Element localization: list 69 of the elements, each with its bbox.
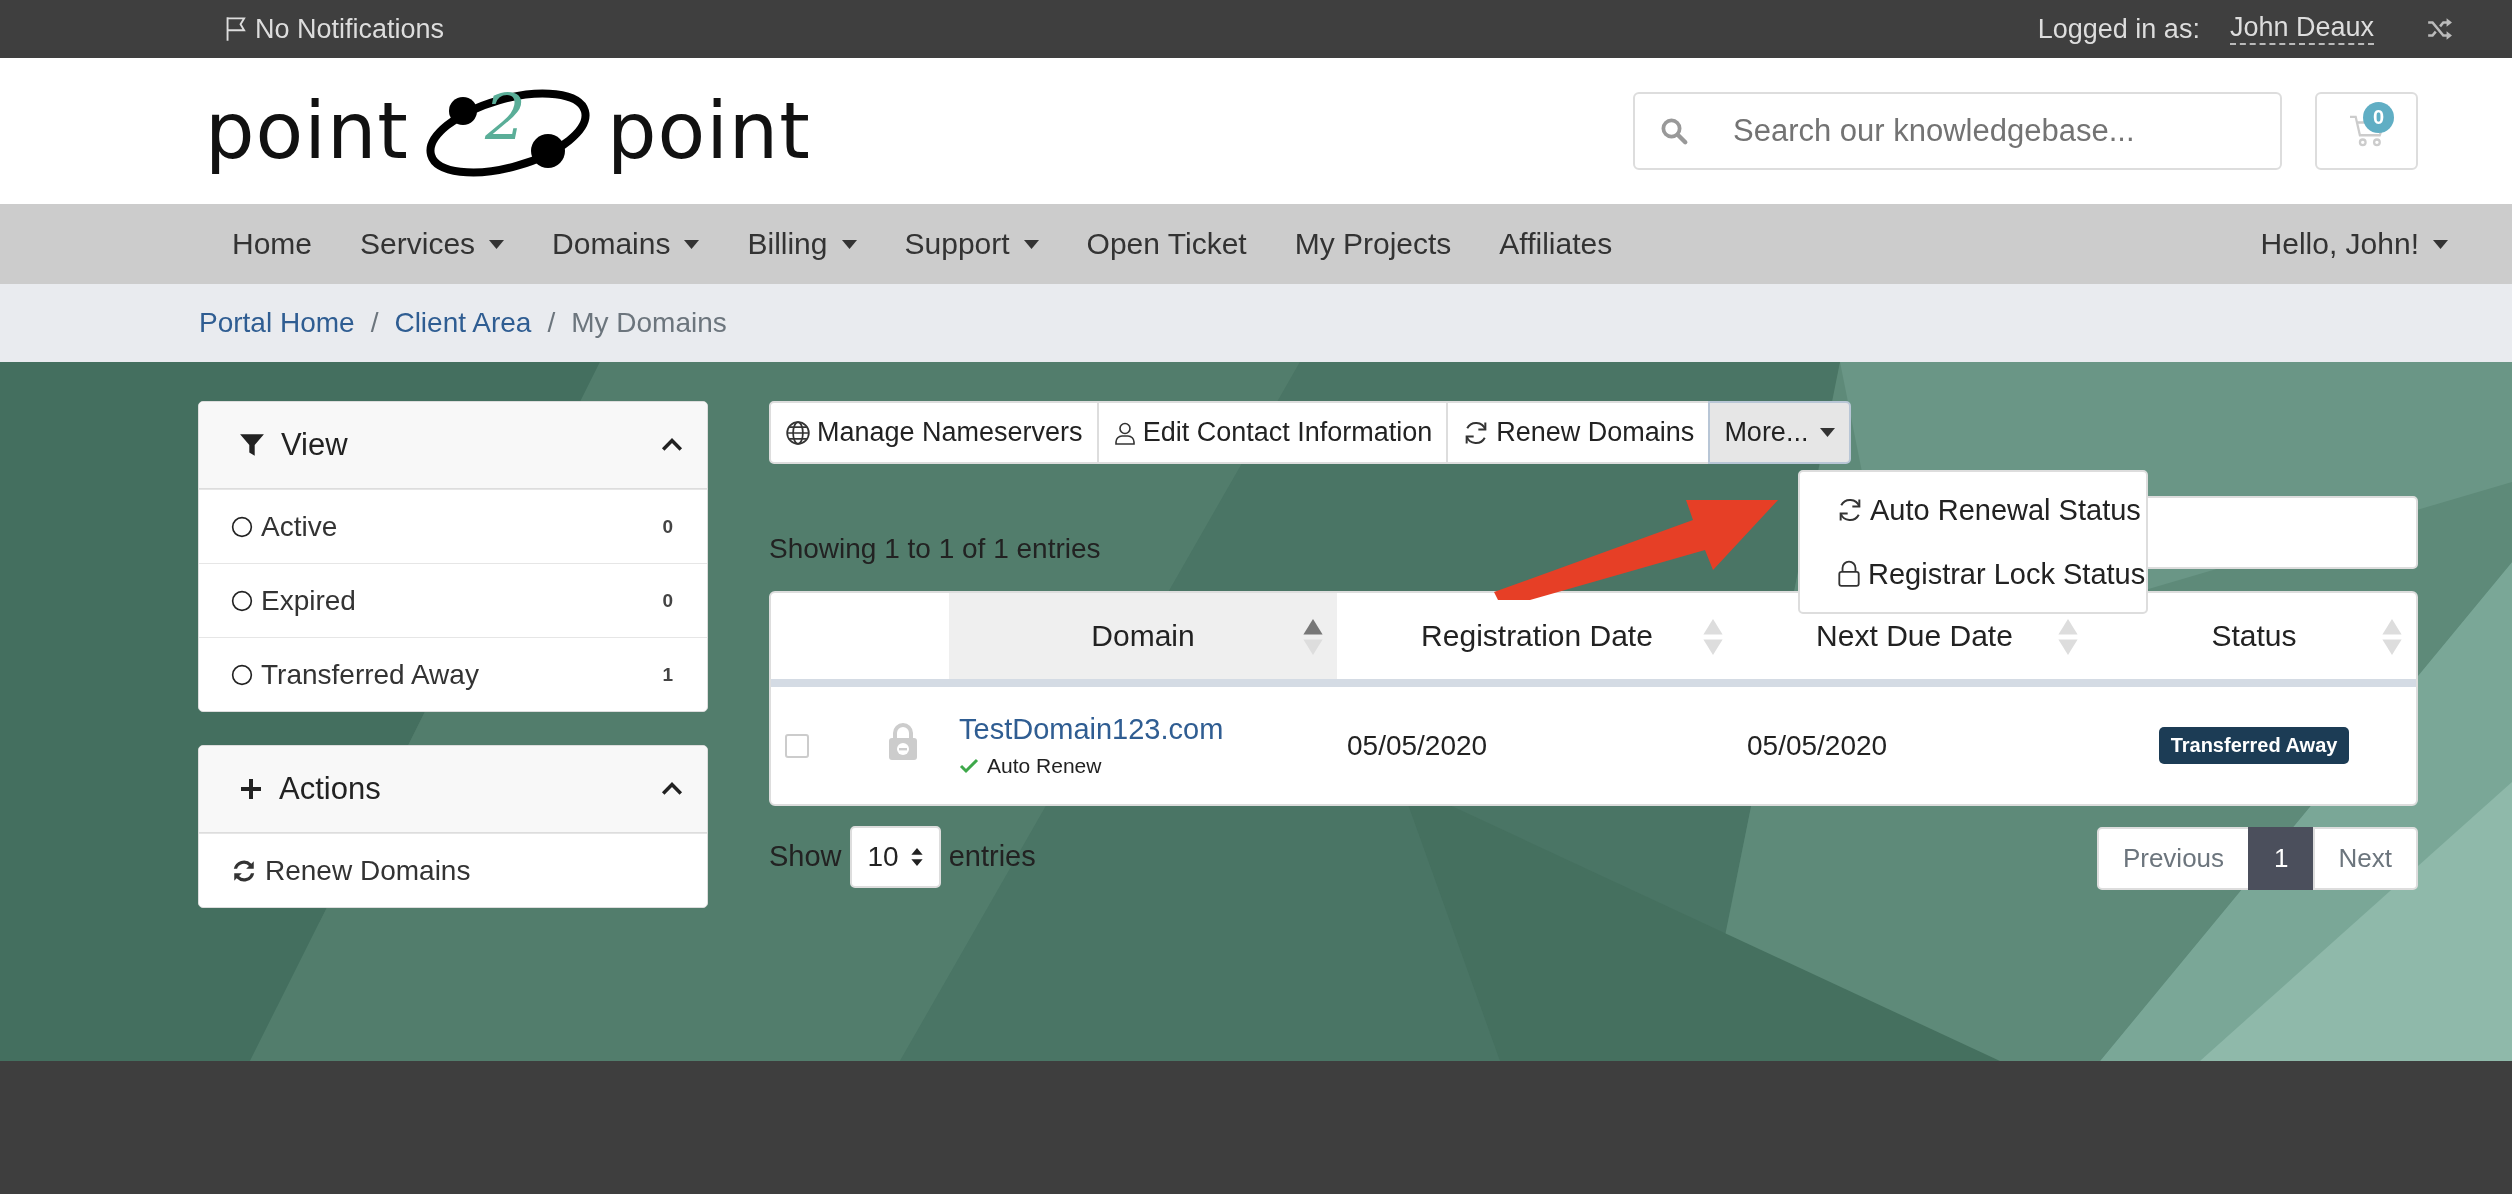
flag-icon: [225, 16, 249, 42]
card-header[interactable]: View: [199, 402, 707, 489]
toolbar-button[interactable]: Edit Contact Information: [1096, 401, 1449, 464]
nav-item[interactable]: Home: [208, 204, 337, 284]
breadcrumb-separator: /: [547, 307, 556, 339]
nav-item[interactable]: Services: [336, 204, 529, 284]
caret-icon: [489, 239, 505, 249]
column-header[interactable]: Domain: [1091, 619, 1195, 652]
nav-item[interactable]: Open Ticket: [1062, 204, 1271, 284]
globe-icon: [785, 419, 811, 446]
search-icon: [1659, 116, 1689, 146]
show-label: Show: [769, 840, 842, 873]
domain-link[interactable]: TestDomain123.com: [959, 713, 1337, 746]
radio-icon: [231, 515, 253, 538]
breadcrumb-link[interactable]: Portal Home: [199, 307, 355, 339]
auto-renew-label: Auto Renew: [987, 754, 1102, 778]
pagination-button[interactable]: Next: [2312, 827, 2418, 890]
notifications-link[interactable]: No Notifications: [255, 13, 445, 45]
radio-icon: [231, 663, 253, 686]
plus-icon: [239, 777, 263, 801]
sidebar-item[interactable]: Transferred Away 1: [199, 637, 707, 711]
column-header[interactable]: Registration Date: [1421, 619, 1653, 652]
caret-icon: [841, 239, 857, 249]
updown-icon: [910, 847, 923, 866]
sidebar-item[interactable]: Renew Domains: [199, 833, 707, 907]
logged-in-label: Logged in as:: [2037, 13, 2200, 45]
user-name[interactable]: John Deaux: [2229, 13, 2374, 45]
sidebar-item[interactable]: Expired 0: [199, 563, 707, 637]
column-header[interactable]: Status: [2211, 619, 2297, 652]
card-title: Actions: [279, 771, 382, 807]
cart-count-badge: 0: [2363, 102, 2394, 133]
check-icon: [959, 758, 979, 774]
column-header[interactable]: Next Due Date: [1816, 619, 2013, 652]
filter-icon: [239, 432, 265, 458]
refresh-icon: [231, 857, 257, 884]
toolbar-button[interactable]: Manage Nameservers: [769, 401, 1099, 464]
logo[interactable]: point 2 point: [205, 81, 811, 181]
breadcrumb-separator: /: [370, 307, 379, 339]
nav-item[interactable]: My Projects: [1270, 204, 1476, 284]
card-title: View: [281, 427, 349, 463]
breadcrumb-current: My Domains: [571, 307, 727, 339]
page-length-select[interactable]: 10: [849, 825, 941, 888]
breadcrumb-link[interactable]: Client Area: [394, 307, 532, 339]
table-cell: 05/05/2020: [1347, 729, 1488, 761]
row-checkbox[interactable]: [785, 733, 809, 758]
nav-item[interactable]: Billing: [723, 204, 881, 284]
toolbar-button[interactable]: Renew Domains: [1446, 401, 1711, 464]
caret-icon: [1023, 239, 1039, 249]
lock-icon: [1836, 560, 1862, 588]
more-button[interactable]: More...: [1708, 401, 1852, 464]
menu-item[interactable]: Registrar Lock Status: [1800, 542, 2146, 606]
radio-icon: [231, 589, 253, 612]
nav-item[interactable]: Support: [880, 204, 1063, 284]
pagination-button[interactable]: Previous: [2096, 827, 2251, 890]
status-badge: Transferred Away: [2158, 727, 2350, 764]
entries-label: entries: [948, 840, 1036, 873]
menu-item[interactable]: Auto Renewal Status: [1800, 478, 2146, 542]
table-cell: 05/05/2020: [1747, 729, 1888, 761]
sidebar-item[interactable]: Active 0: [199, 489, 707, 563]
entries-info: Showing 1 to 1 of 1 entries: [769, 533, 1101, 566]
nav-item[interactable]: Domains: [528, 204, 724, 284]
search-field[interactable]: Search our knowledgebase...: [1633, 92, 2282, 170]
caret-icon: [2433, 239, 2448, 249]
caret-icon: [684, 239, 700, 249]
caret-icon: [1820, 428, 1836, 437]
card-header[interactable]: Actions: [199, 746, 707, 833]
user-menu[interactable]: Hello, John!: [2236, 204, 2472, 284]
nav-item[interactable]: Affiliates: [1475, 204, 1637, 284]
pagination-button[interactable]: 1: [2248, 827, 2315, 890]
